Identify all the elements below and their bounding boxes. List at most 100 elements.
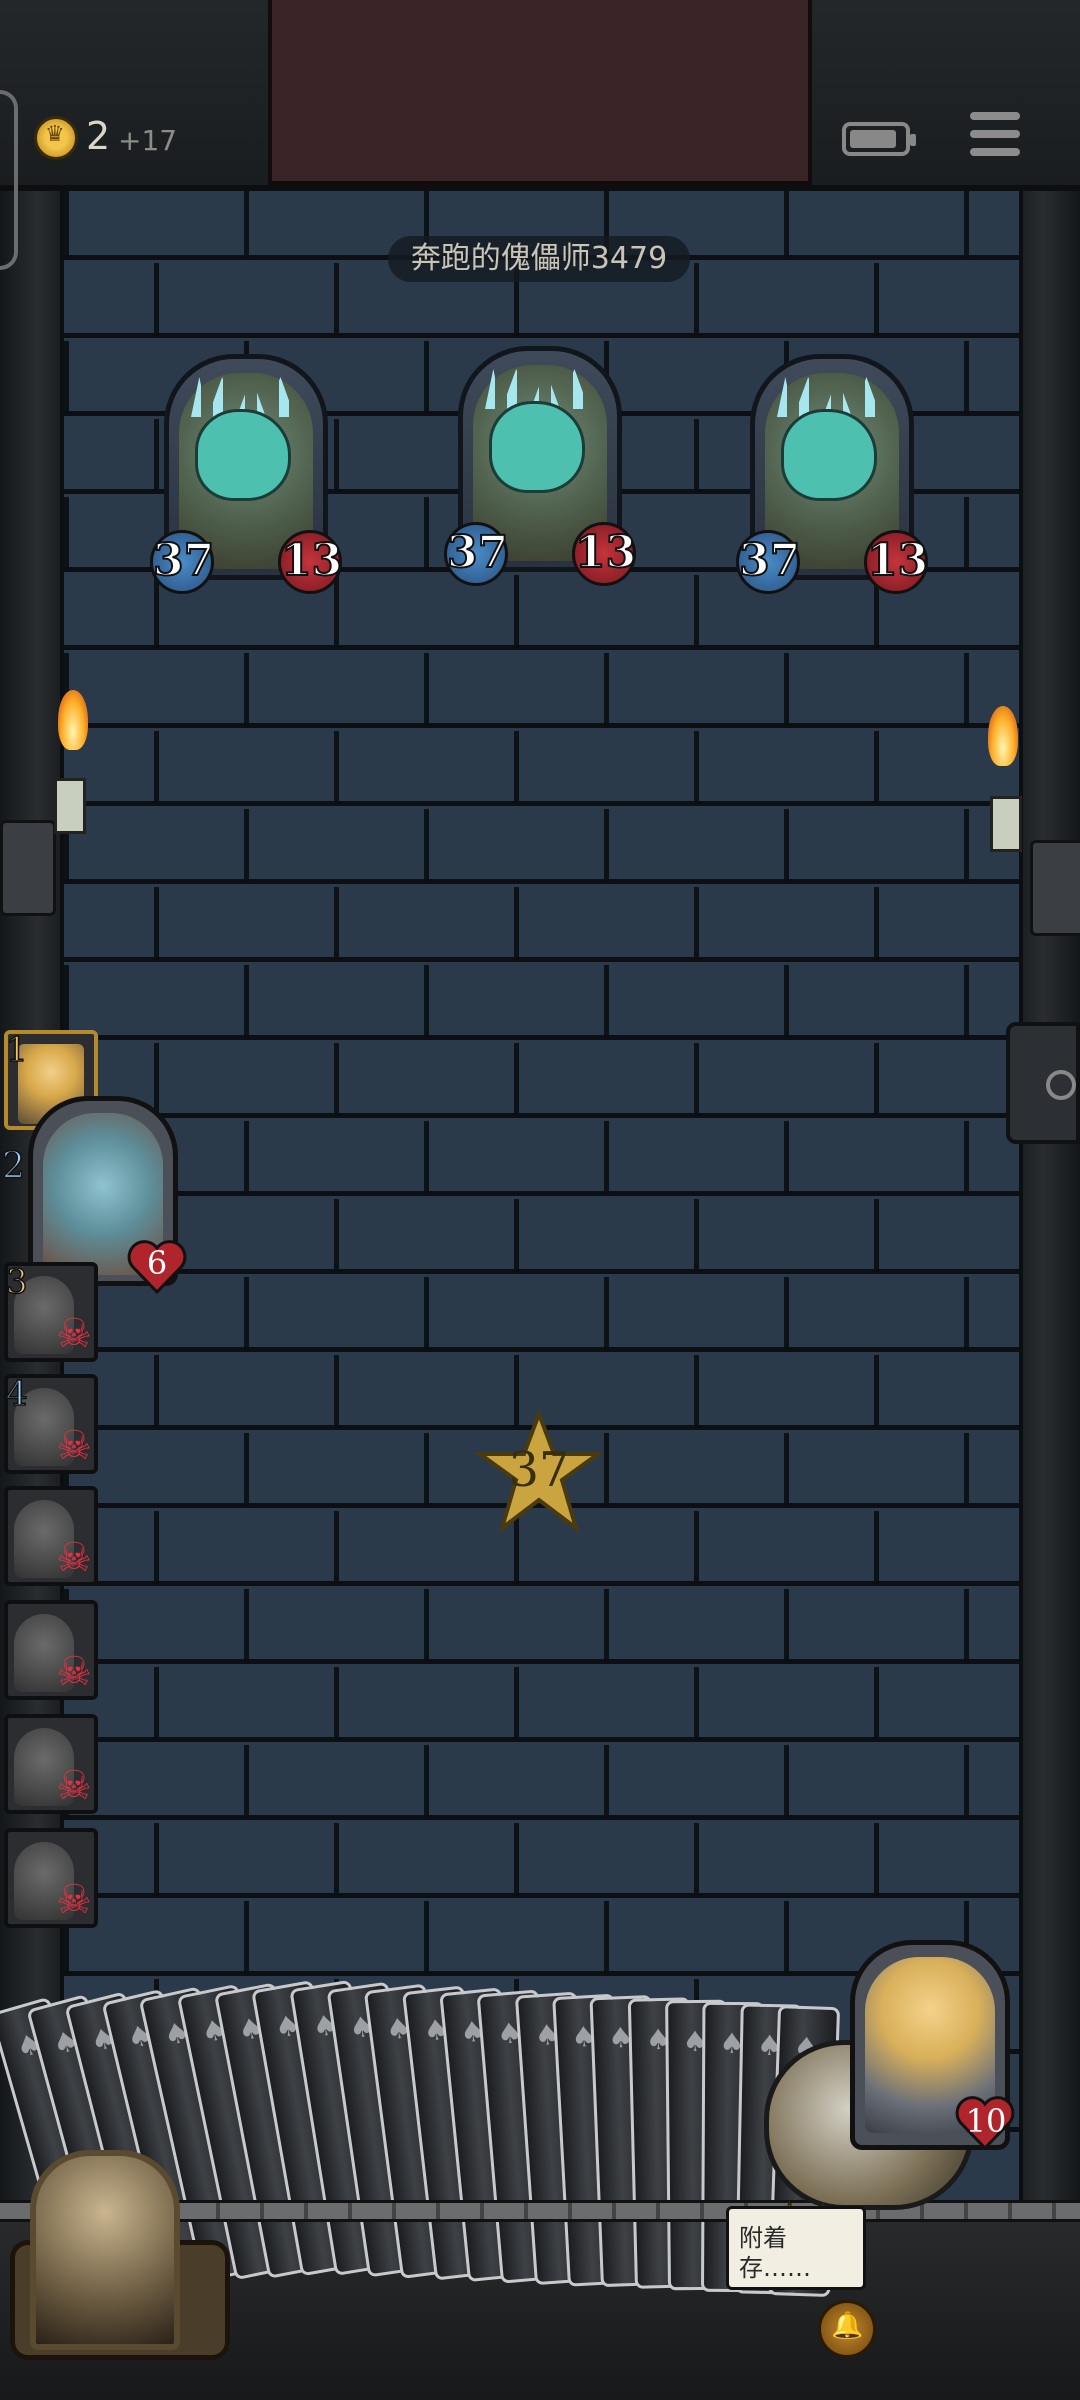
brick-seam — [874, 1043, 879, 1116]
brick-seam — [154, 1355, 159, 1428]
brick-seam — [244, 185, 249, 258]
brick-seam — [694, 1199, 699, 1272]
deck-portrait-button[interactable] — [30, 2150, 180, 2350]
party-slot-6[interactable]: ☠ — [4, 1600, 98, 1700]
brick-seam — [514, 1667, 519, 1740]
coin-gain: +17 — [118, 124, 178, 157]
brick-seam — [334, 1823, 339, 1896]
brick-seam — [154, 263, 159, 336]
right-candle — [990, 796, 1022, 852]
brick-seam — [964, 1277, 969, 1350]
brick-seam — [244, 809, 249, 882]
battery-icon — [842, 122, 916, 156]
opponent-name: 奔跑的傀儡师3479 — [388, 236, 690, 282]
brick-seam — [334, 731, 339, 804]
skull-crossbones-icon: ☠ — [56, 1535, 92, 1581]
brick-seam — [694, 1355, 699, 1428]
brick-seam — [694, 1823, 699, 1896]
brick-seam — [874, 1511, 879, 1584]
party-health: 6 — [146, 1244, 168, 1282]
brick-seam — [784, 1277, 789, 1350]
brick-seam — [64, 965, 69, 1038]
brick-seam — [64, 497, 69, 570]
attack-value: 37 — [736, 530, 801, 594]
side-door-button[interactable] — [1006, 1022, 1080, 1144]
left-candle — [54, 778, 86, 834]
brick-seam — [334, 263, 339, 336]
brick-seam — [874, 731, 879, 804]
party-slot-8[interactable]: ☠ — [4, 1828, 98, 1928]
description-line-1: 附着 — [739, 2224, 787, 2252]
health-value: 13 — [572, 522, 637, 586]
brick-seam — [604, 1121, 609, 1194]
skull-crossbones-icon: ☠ — [56, 1649, 92, 1695]
brick-seam — [874, 1355, 879, 1428]
brick-seam — [694, 419, 699, 492]
brick-seam — [964, 1745, 969, 1818]
brick-seam — [964, 185, 969, 258]
party-slot-4[interactable]: ☠ 4 — [4, 1373, 98, 1474]
slot-number: 2 — [1, 1145, 25, 1188]
brick-seam — [694, 575, 699, 648]
brick-seam — [424, 1433, 429, 1506]
brick-seam — [784, 1433, 789, 1506]
brick-seam — [334, 1043, 339, 1116]
brick-seam — [424, 809, 429, 882]
brick-seam — [964, 653, 969, 726]
hero-health: 10 — [965, 2102, 1007, 2140]
star-value: 37 — [508, 1442, 570, 1498]
brick-seam — [514, 887, 519, 960]
enemy-card-2[interactable]: 37 13 — [444, 346, 637, 586]
attack-value: 37 — [444, 522, 509, 586]
brick-seam — [784, 185, 789, 258]
brick-seam — [604, 653, 609, 726]
attack-value: 37 — [150, 530, 215, 594]
brick-seam — [784, 809, 789, 882]
coin-count: 2 — [86, 114, 111, 158]
skull-crossbones-icon: ☠ — [56, 1311, 92, 1357]
party-slot-5[interactable]: ☠ — [4, 1486, 98, 1586]
right-flame-icon — [988, 706, 1018, 766]
curtain-panel — [268, 0, 812, 185]
brick-seam — [604, 1433, 609, 1506]
right-torch-bracket — [1030, 840, 1080, 936]
brick-seam — [604, 1277, 609, 1350]
brick-seam — [334, 1667, 339, 1740]
brick-seam — [514, 731, 519, 804]
brick-seam — [244, 1745, 249, 1818]
brick-seam — [334, 887, 339, 960]
brick-seam — [334, 1355, 339, 1428]
left-flame-icon — [58, 690, 88, 750]
brick-seam — [694, 1667, 699, 1740]
slot-number: 3 — [5, 1261, 28, 1303]
health-value: 13 — [864, 530, 929, 594]
bell-icon[interactable] — [818, 2300, 876, 2358]
hamburger-menu-icon[interactable] — [970, 112, 1020, 158]
skull-crossbones-icon: ☠ — [56, 1877, 92, 1923]
brick-seam — [154, 731, 159, 804]
brick-seam — [784, 1121, 789, 1194]
brick-seam — [784, 653, 789, 726]
brick-seam — [424, 1589, 429, 1662]
party-slot-3[interactable]: ☠ 3 — [4, 1261, 98, 1362]
party-slot-7[interactable]: ☠ — [4, 1714, 98, 1814]
brick-seam — [694, 731, 699, 804]
brick-seam — [514, 1043, 519, 1116]
brick-seam — [514, 1199, 519, 1272]
brick-seam — [154, 1667, 159, 1740]
slot-number: 1 — [5, 1029, 28, 1071]
enemy-card-1[interactable]: 37 13 — [150, 354, 343, 594]
brick-seam — [334, 1511, 339, 1584]
brick-seam — [784, 1745, 789, 1818]
brick-seam — [694, 263, 699, 336]
brick-seam — [244, 1589, 249, 1662]
enemy-card-3[interactable]: 37 13 — [736, 354, 929, 594]
brick-seam — [874, 887, 879, 960]
brick-seam — [964, 497, 969, 570]
brick-seam — [154, 887, 159, 960]
brick-seam — [514, 1823, 519, 1896]
brick-seam — [424, 341, 429, 414]
brick-seam — [244, 1277, 249, 1350]
left-edge-handle[interactable] — [0, 90, 18, 270]
crown-coin-icon — [34, 116, 78, 160]
